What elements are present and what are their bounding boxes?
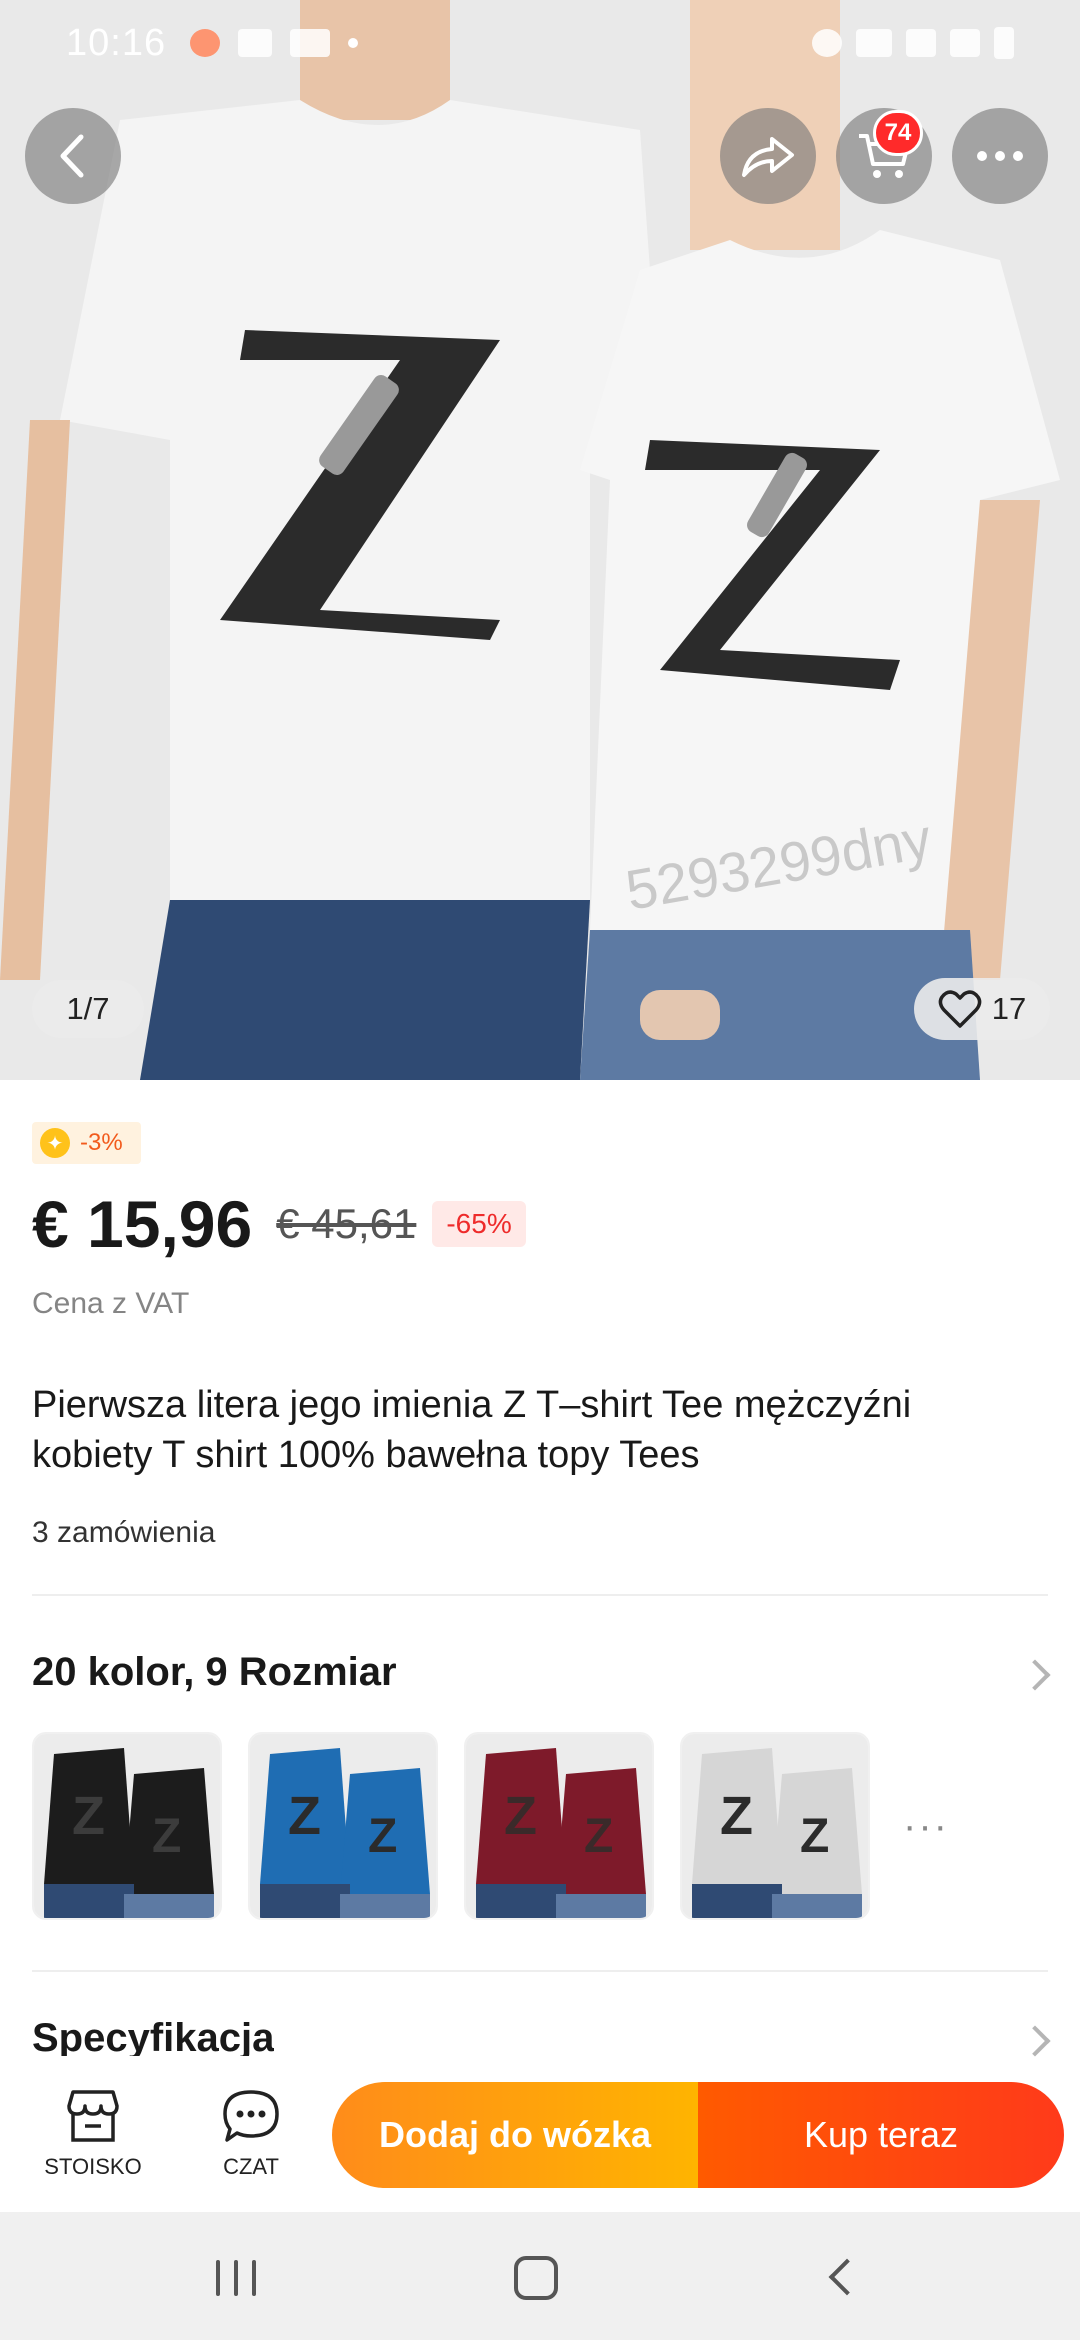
share-button[interactable] (720, 108, 816, 204)
svg-text:Z: Z (800, 1810, 829, 1863)
likes-count: 17 (991, 991, 1027, 1026)
product-title: Pierwsza litera jego imienia Z T–shirt T… (32, 1384, 912, 1476)
chat-icon (223, 2090, 279, 2142)
current-price: € 15,96 (32, 1187, 253, 1261)
variant-thumbnails: Z Z Z Z Z Z Z Z ··· (32, 1732, 956, 1920)
heart-notification-icon (190, 29, 221, 57)
more-notifications-icon (348, 38, 359, 48)
cart-count-badge: 74 (873, 110, 923, 156)
orders-count: 3 zamówienia (32, 1516, 216, 1549)
variant-image: Z Z (682, 1734, 868, 1918)
product-image-carousel[interactable]: 5293299dny 10:16 74 1/7 17 (0, 0, 1080, 1080)
buy-now-button[interactable]: Kup teraz (698, 2082, 1064, 2188)
divider (32, 1970, 1048, 1972)
store-button[interactable]: STOISKO (28, 2088, 158, 2180)
more-options-button[interactable] (952, 108, 1048, 204)
bottom-action-bar: STOISKO CZAT Dodaj do wózka Kup teraz (0, 2060, 1080, 2212)
more-variants-indicator[interactable]: ··· (896, 1804, 956, 1849)
variants-title[interactable]: 20 kolor, 9 Rozmiar (32, 1650, 397, 1695)
svg-text:Z: Z (504, 1786, 537, 1846)
vat-note: Cena z VAT (32, 1287, 190, 1320)
variant-image: Z Z (250, 1734, 436, 1918)
variant-image: Z Z (34, 1734, 220, 1918)
back-button[interactable] (25, 108, 121, 204)
signal-roaming-icon (950, 29, 980, 57)
variant-thumb-grey[interactable]: Z Z (680, 1732, 870, 1920)
home-icon[interactable] (514, 2256, 558, 2300)
svg-text:Z: Z (584, 1810, 613, 1863)
svg-text:Z: Z (288, 1786, 321, 1846)
variant-thumb-black[interactable]: Z Z (32, 1732, 222, 1920)
battery-icon (994, 27, 1014, 59)
svg-text:Z: Z (720, 1786, 753, 1846)
chevron-right-icon[interactable] (1019, 2025, 1051, 2057)
youtube-notification-icon (290, 29, 331, 57)
heart-icon (938, 990, 982, 1028)
image-pager: 1/7 (32, 980, 144, 1038)
coin-discount-text: -3% (80, 1129, 123, 1156)
variant-thumb-burgundy[interactable]: Z Z (464, 1732, 654, 1920)
alarm-icon (812, 29, 842, 57)
price-row: € 15,96 € 45,61 -65% (32, 1186, 526, 1262)
svg-text:Z: Z (152, 1810, 181, 1863)
chat-label: CZAT (223, 2154, 279, 2179)
store-label: STOISKO (44, 2154, 142, 2179)
coin-icon: ✦ (40, 1128, 70, 1158)
chat-button[interactable]: CZAT (186, 2088, 316, 2180)
system-icons (812, 27, 1014, 59)
variant-thumb-blue[interactable]: Z Z (248, 1732, 438, 1920)
share-icon (742, 137, 794, 177)
notification-icons (190, 29, 359, 57)
signal-icon (906, 29, 936, 57)
system-navigation-bar (0, 2212, 1080, 2340)
more-horizontal-icon (977, 151, 1023, 161)
chevron-right-icon[interactable] (1019, 1659, 1051, 1691)
store-icon (67, 2090, 119, 2142)
gallery-notification-icon (238, 29, 273, 57)
specification-title[interactable]: Specyfikacja (32, 2016, 274, 2056)
system-back-icon[interactable] (828, 2258, 866, 2296)
wishlist-button[interactable]: 17 (914, 978, 1050, 1040)
variant-image: Z Z (466, 1734, 652, 1918)
original-price: € 45,61 (276, 1200, 417, 1247)
status-time: 10:16 (66, 21, 167, 64)
chevron-left-icon (60, 134, 84, 178)
status-bar: 10:16 (0, 0, 1080, 86)
add-to-cart-button[interactable]: Dodaj do wózka (332, 2082, 698, 2188)
svg-text:Z: Z (368, 1810, 397, 1863)
recents-icon[interactable] (216, 2260, 256, 2296)
divider (32, 1594, 1048, 1596)
svg-text:Z: Z (72, 1786, 105, 1846)
lte-icon (856, 29, 892, 57)
coin-discount-badge[interactable]: ✦ -3% (32, 1122, 141, 1164)
discount-badge: -65% (432, 1201, 526, 1247)
